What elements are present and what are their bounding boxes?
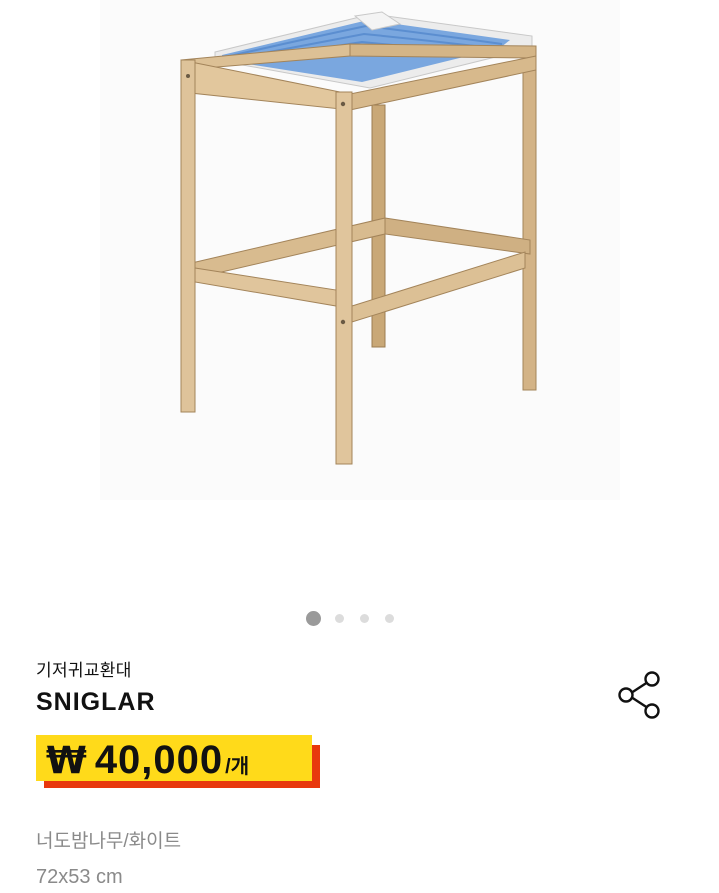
share-icon xyxy=(618,671,660,719)
image-carousel-dots xyxy=(0,610,719,628)
price-amount: 40,000 xyxy=(94,738,224,782)
price-unit: /개 xyxy=(225,756,250,778)
carousel-dot-4[interactable] xyxy=(385,614,394,623)
product-size: 72x53 cm xyxy=(36,866,123,888)
price-text: ₩40,000/개 xyxy=(46,738,249,783)
price-tag-box: ₩40,000/개 xyxy=(36,735,312,783)
product-category: 기저귀교환대 xyxy=(36,661,132,680)
carousel-dot-3[interactable] xyxy=(360,614,369,623)
changing-table-illustration xyxy=(180,11,537,465)
share-button[interactable] xyxy=(612,666,666,724)
product-page: 기저귀교환대 SNIGLAR ₩40,000/개 너도밤나무/화이트 72x53… xyxy=(0,0,719,893)
product-name: SNIGLAR xyxy=(36,688,156,716)
product-image[interactable] xyxy=(100,0,620,500)
carousel-dot-2[interactable] xyxy=(335,614,344,623)
price-tag: ₩40,000/개 xyxy=(36,735,326,795)
carousel-dot-1[interactable] xyxy=(306,611,321,626)
product-color: 너도밤나무/화이트 xyxy=(36,831,182,852)
price-currency: ₩ xyxy=(46,739,87,782)
